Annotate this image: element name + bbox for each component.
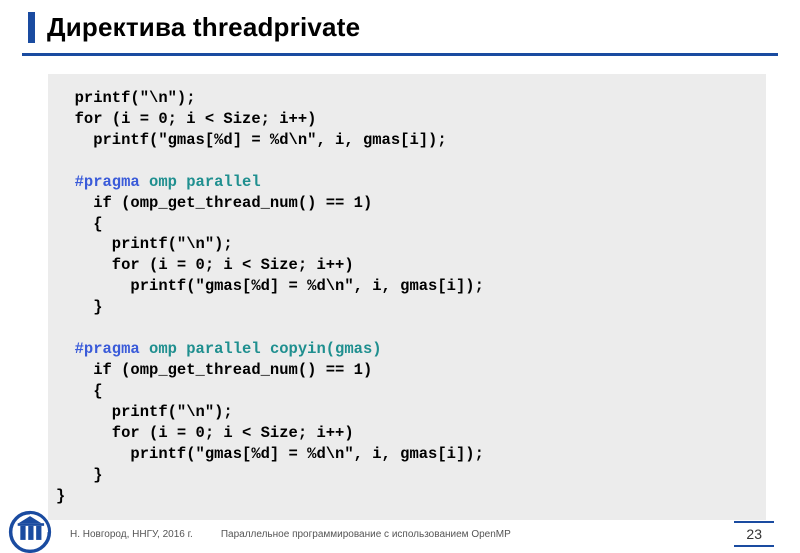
code-listing: printf("\n"); for (i = 0; i < Size; i++)… bbox=[56, 88, 758, 506]
code-line-14: if (omp_get_thread_num() == 1) bbox=[56, 361, 372, 379]
code-line-20: } bbox=[56, 487, 65, 505]
title-rule bbox=[22, 53, 778, 56]
footer-location: Н. Новгород, ННГУ, 2016 г. bbox=[70, 529, 193, 540]
title-area: Директива threadprivate bbox=[0, 12, 800, 43]
code-line-16: printf("\n"); bbox=[56, 403, 233, 421]
code-line-15: { bbox=[56, 382, 103, 400]
code-line-3: printf("gmas[%d] = %d\n", i, gmas[i]); bbox=[56, 131, 447, 149]
pragma-keyword: #pragma bbox=[56, 173, 140, 191]
code-line-2: for (i = 0; i < Size; i++) bbox=[56, 110, 316, 128]
footer-course: Параллельное программирование с использо… bbox=[221, 529, 511, 540]
footer: Н. Новгород, ННГУ, 2016 г. Параллельное … bbox=[0, 515, 800, 553]
code-line-9: for (i = 0; i < Size; i++) bbox=[56, 256, 354, 274]
code-line-19: } bbox=[56, 466, 103, 484]
pragma-args-2: omp parallel copyin(gmas) bbox=[140, 340, 382, 358]
title-bar: Директива threadprivate bbox=[28, 12, 772, 43]
slide-title: Директива threadprivate bbox=[47, 12, 360, 43]
code-line-1: printf("\n"); bbox=[56, 89, 196, 107]
pragma-keyword-2: #pragma bbox=[56, 340, 140, 358]
code-line-7: { bbox=[56, 215, 103, 233]
code-line-11: } bbox=[56, 298, 103, 316]
code-line-10: printf("gmas[%d] = %d\n", i, gmas[i]); bbox=[56, 277, 484, 295]
code-line-8: printf("\n"); bbox=[56, 235, 233, 253]
university-logo-icon bbox=[6, 510, 54, 553]
title-accent bbox=[28, 12, 35, 43]
code-line-6: if (omp_get_thread_num() == 1) bbox=[56, 194, 372, 212]
code-line-18: printf("gmas[%d] = %d\n", i, gmas[i]); bbox=[56, 445, 484, 463]
page-number: 23 bbox=[734, 521, 774, 547]
pragma-args: omp parallel bbox=[140, 173, 261, 191]
code-box: printf("\n"); for (i = 0; i < Size; i++)… bbox=[48, 74, 766, 520]
slide: Директива threadprivate printf("\n"); fo… bbox=[0, 0, 800, 553]
code-line-17: for (i = 0; i < Size; i++) bbox=[56, 424, 354, 442]
